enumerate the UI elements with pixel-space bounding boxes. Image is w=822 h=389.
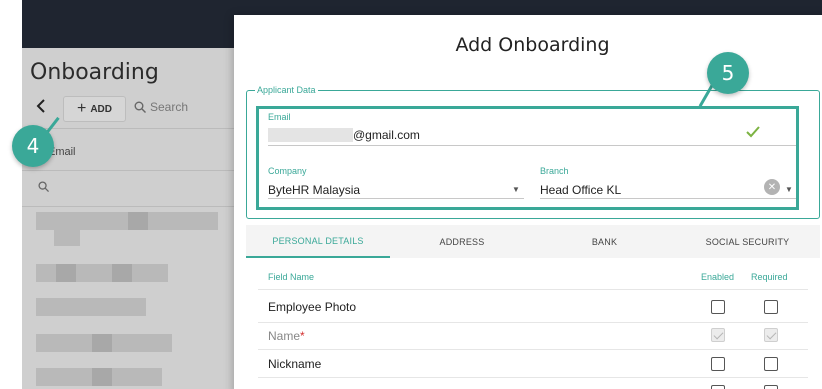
next-row-required-checkbox[interactable] — [764, 385, 778, 389]
tab-bank[interactable]: BANK — [534, 225, 675, 258]
employee-photo-enabled-checkbox[interactable] — [711, 300, 725, 314]
required-asterisk: * — [300, 329, 305, 343]
step-badge-5: 5 — [707, 52, 749, 94]
nickname-required-checkbox[interactable] — [764, 357, 778, 371]
divider — [22, 206, 234, 207]
employee-photo-required-checkbox[interactable] — [764, 300, 778, 314]
step-badge-4: 4 — [12, 125, 54, 167]
search-placeholder: Search — [150, 100, 189, 114]
table-row[interactable] — [36, 298, 146, 316]
nickname-enabled-checkbox[interactable] — [711, 357, 725, 371]
back-button[interactable] — [34, 98, 52, 116]
left-margin — [0, 0, 22, 389]
tab-bar: PERSONAL DETAILS ADDRESS BANK SOCIAL SEC… — [246, 225, 820, 258]
table-row[interactable] — [54, 228, 80, 246]
name-label-text: Name — [268, 329, 301, 343]
row-name-label: Name* — [268, 329, 305, 343]
divider — [22, 170, 234, 171]
table-row[interactable] — [36, 334, 172, 352]
column-header-enabled: Enabled — [701, 272, 735, 282]
column-header-required: Required — [751, 272, 788, 282]
divider — [258, 289, 808, 290]
tab-personal-details[interactable]: PERSONAL DETAILS — [246, 225, 390, 258]
row-nickname-label: Nickname — [268, 357, 322, 371]
plus-icon: + — [76, 100, 87, 117]
search-icon — [134, 101, 146, 113]
divider — [258, 322, 808, 323]
table-row[interactable] — [36, 368, 162, 386]
name-required-checkbox — [764, 328, 778, 342]
page-title: Onboarding — [30, 60, 159, 85]
row-employee-photo-label: Employee Photo — [268, 300, 357, 314]
tab-address[interactable]: ADDRESS — [390, 225, 534, 258]
add-button[interactable]: + ADD — [63, 96, 126, 122]
add-button-label: ADD — [90, 103, 112, 115]
chevron-left-icon — [36, 99, 45, 113]
name-enabled-checkbox — [711, 328, 725, 342]
search-icon — [38, 181, 49, 192]
divider — [22, 128, 234, 129]
search-bar[interactable]: Search — [134, 100, 188, 114]
next-row-enabled-checkbox[interactable] — [711, 385, 725, 389]
tab-social-security[interactable]: SOCIAL SECURITY — [675, 225, 820, 258]
screen: Onboarding + ADD Search Email Add Onboar… — [0, 0, 822, 389]
column-header-field-name: Field Name — [268, 272, 315, 282]
column-filter[interactable] — [38, 181, 49, 195]
highlight-frame — [256, 106, 799, 210]
divider — [258, 349, 808, 350]
table-row[interactable] — [36, 264, 168, 282]
applicant-data-legend: Applicant Data — [255, 85, 318, 95]
divider — [258, 377, 808, 378]
